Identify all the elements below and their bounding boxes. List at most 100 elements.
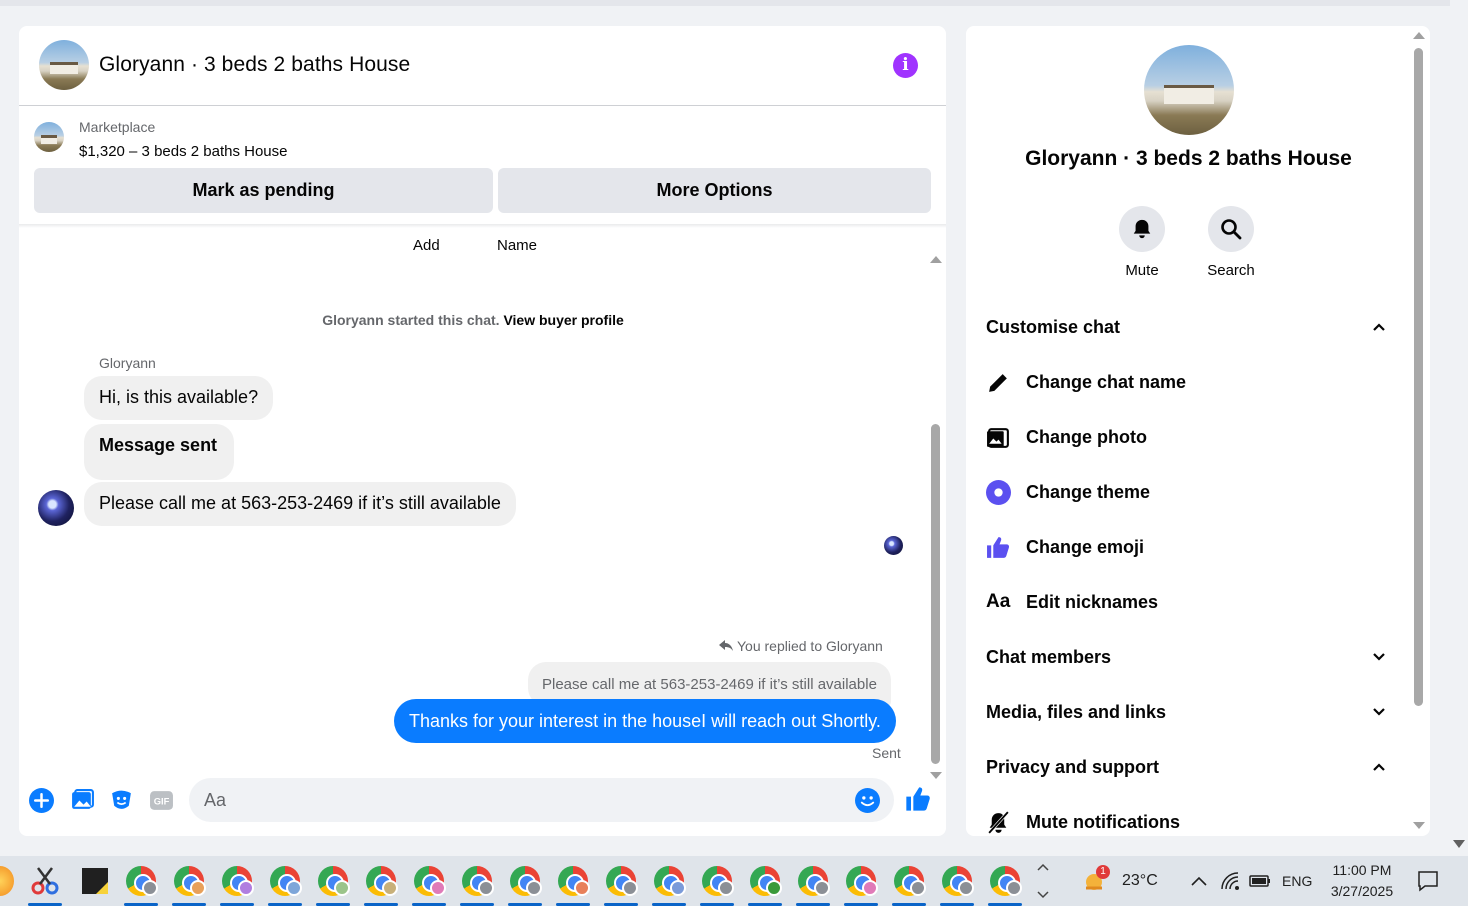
emoji-icon[interactable] bbox=[855, 788, 880, 813]
listing-title[interactable]: $1,320 – 3 beds 2 baths House bbox=[79, 143, 288, 160]
taskbar-chrome-icon[interactable] bbox=[796, 864, 830, 906]
chat-members-label: Chat members bbox=[986, 647, 1112, 667]
taskbar-chrome-icon[interactable] bbox=[316, 864, 350, 906]
taskbar-chrome-icon[interactable] bbox=[652, 864, 686, 906]
profile-badge bbox=[910, 880, 926, 896]
change-photo-item[interactable]: Change photo bbox=[986, 420, 1386, 454]
taskbar-scroll-icon[interactable] bbox=[1037, 861, 1049, 901]
taskbar-chrome-icon[interactable] bbox=[364, 864, 398, 906]
privacy-support-toggle[interactable]: Privacy and support bbox=[986, 750, 1386, 784]
window-scrollbar[interactable] bbox=[1450, 0, 1468, 856]
sent-status: Sent bbox=[872, 745, 901, 761]
scroll-thumb[interactable] bbox=[1414, 48, 1423, 706]
taskbar-snipping-icon[interactable] bbox=[28, 864, 62, 906]
language-indicator[interactable]: ENG bbox=[1282, 856, 1312, 906]
profile-badge bbox=[622, 880, 638, 896]
reply-arrow-icon bbox=[719, 640, 733, 651]
sticker-icon[interactable] bbox=[109, 788, 134, 813]
change-chat-name-item[interactable]: Change chat name bbox=[986, 365, 1386, 399]
edit-nicknames-label: Edit nicknames bbox=[1026, 592, 1159, 612]
add-action-label[interactable]: Add bbox=[413, 237, 440, 254]
taskbar-chrome-icon[interactable] bbox=[604, 864, 638, 906]
message-input[interactable] bbox=[189, 778, 894, 822]
notifications-icon[interactable] bbox=[1417, 870, 1439, 892]
photo-icon[interactable] bbox=[70, 788, 95, 813]
taskbar-chrome-icon[interactable] bbox=[844, 864, 878, 906]
battery-icon[interactable] bbox=[1249, 873, 1271, 889]
mute-circle[interactable] bbox=[1119, 206, 1165, 252]
scroll-down-arrow[interactable] bbox=[1453, 840, 1465, 850]
panel-title: Gloryann · 3 beds 2 baths House bbox=[1025, 147, 1352, 170]
more-options-button[interactable]: More Options bbox=[498, 168, 931, 213]
scroll-thumb[interactable] bbox=[931, 424, 940, 764]
taskbar-chrome-icon[interactable] bbox=[124, 864, 158, 906]
privacy-label: Privacy and support bbox=[986, 757, 1160, 777]
mark-as-pending-button[interactable]: Mark as pending bbox=[34, 168, 493, 213]
taskbar-chrome-icon[interactable] bbox=[940, 864, 974, 906]
message-bubble[interactable]: Hi, is this available? bbox=[84, 376, 274, 420]
change-theme-item[interactable]: Change theme bbox=[986, 475, 1386, 509]
taskbar-chrome-icon[interactable] bbox=[700, 864, 734, 906]
taskbar-chrome-icon[interactable] bbox=[748, 864, 782, 906]
panel-scrollbar[interactable] bbox=[1410, 30, 1426, 836]
media-files-links-toggle[interactable]: Media, files and links bbox=[986, 695, 1386, 729]
my-message-bubble[interactable]: Thanks for your interest in the houseI w… bbox=[394, 699, 896, 743]
message-bubble[interactable]: Please call me at 563-253-2469 if it’s s… bbox=[84, 482, 516, 526]
listing-thumbnail[interactable] bbox=[34, 122, 64, 152]
taskbar-chrome-icon[interactable] bbox=[892, 864, 926, 906]
chevron-up-icon[interactable] bbox=[1190, 875, 1208, 887]
taskbar-chrome-icon[interactable] bbox=[460, 864, 494, 906]
taskbar-sticky-notes-icon[interactable] bbox=[78, 864, 112, 898]
chat-window: Gloryann · 3 beds 2 baths House i Market… bbox=[19, 26, 946, 836]
search-button[interactable]: Search bbox=[1201, 206, 1261, 279]
media-label: Media, files and links bbox=[986, 702, 1167, 722]
profile-badge bbox=[958, 880, 974, 896]
search-circle[interactable] bbox=[1208, 206, 1254, 252]
app-icon bbox=[0, 866, 14, 896]
clock-time: 11:00 PM bbox=[1332, 862, 1392, 878]
bell-icon bbox=[1133, 219, 1151, 239]
change-emoji-label: Change emoji bbox=[1026, 537, 1145, 557]
profile-badge bbox=[142, 880, 158, 896]
taskbar-chrome-icon[interactable] bbox=[412, 864, 446, 906]
name-action-label[interactable]: Name bbox=[497, 237, 537, 254]
chat-avatar[interactable] bbox=[39, 40, 89, 90]
plus-circle-icon[interactable] bbox=[29, 788, 54, 813]
sender-avatar[interactable] bbox=[38, 490, 74, 526]
taskbar-chrome-icon[interactable] bbox=[172, 864, 206, 906]
taskbar-app-icon[interactable] bbox=[0, 864, 20, 898]
edit-nicknames-item[interactable]: Aa Edit nicknames bbox=[986, 585, 1386, 619]
change-emoji-item[interactable]: Change emoji bbox=[986, 530, 1386, 564]
gif-icon[interactable]: GIF bbox=[149, 788, 174, 813]
profile-badge bbox=[478, 880, 494, 896]
search-icon bbox=[1221, 219, 1242, 240]
profile-badge bbox=[430, 880, 446, 896]
scroll-down-arrow[interactable] bbox=[1413, 822, 1425, 829]
panel-avatar[interactable] bbox=[1144, 45, 1234, 135]
system-clock[interactable]: 11:00 PM 3/27/2025 bbox=[1318, 860, 1406, 902]
mute-button[interactable]: Mute bbox=[1112, 206, 1172, 279]
taskbar-chrome-icon[interactable] bbox=[988, 864, 1022, 906]
chat-title[interactable]: Gloryann · 3 beds 2 baths House bbox=[99, 53, 410, 77]
taskbar-chrome-icon[interactable] bbox=[508, 864, 542, 906]
read-receipt-avatar bbox=[884, 536, 903, 555]
message-bubble[interactable]: Message sent bbox=[84, 424, 234, 480]
mute-notifications-item[interactable]: Mute notifications bbox=[986, 805, 1386, 836]
view-buyer-profile-link[interactable]: View buyer profile bbox=[503, 312, 623, 328]
message-scrollbar[interactable] bbox=[929, 256, 943, 796]
chevron-down-icon bbox=[1373, 708, 1385, 716]
scroll-up-arrow[interactable] bbox=[930, 256, 942, 263]
customise-chat-toggle[interactable]: Customise chat bbox=[986, 310, 1386, 344]
chevron-down-icon bbox=[1373, 653, 1385, 661]
profile-badge bbox=[190, 880, 206, 896]
taskbar-chrome-icon[interactable] bbox=[556, 864, 590, 906]
taskbar-chrome-icon[interactable] bbox=[220, 864, 254, 906]
chat-members-toggle[interactable]: Chat members bbox=[986, 640, 1386, 674]
profile-badge bbox=[526, 880, 542, 896]
info-icon[interactable]: i bbox=[893, 53, 918, 78]
scroll-up-arrow[interactable] bbox=[1413, 32, 1425, 39]
chat-info-panel: Gloryann · 3 beds 2 baths House Mute Sea… bbox=[966, 26, 1430, 836]
wifi-icon[interactable] bbox=[1220, 871, 1240, 891]
thumbs-up-icon[interactable] bbox=[904, 785, 932, 813]
taskbar-chrome-icon[interactable] bbox=[268, 864, 302, 906]
